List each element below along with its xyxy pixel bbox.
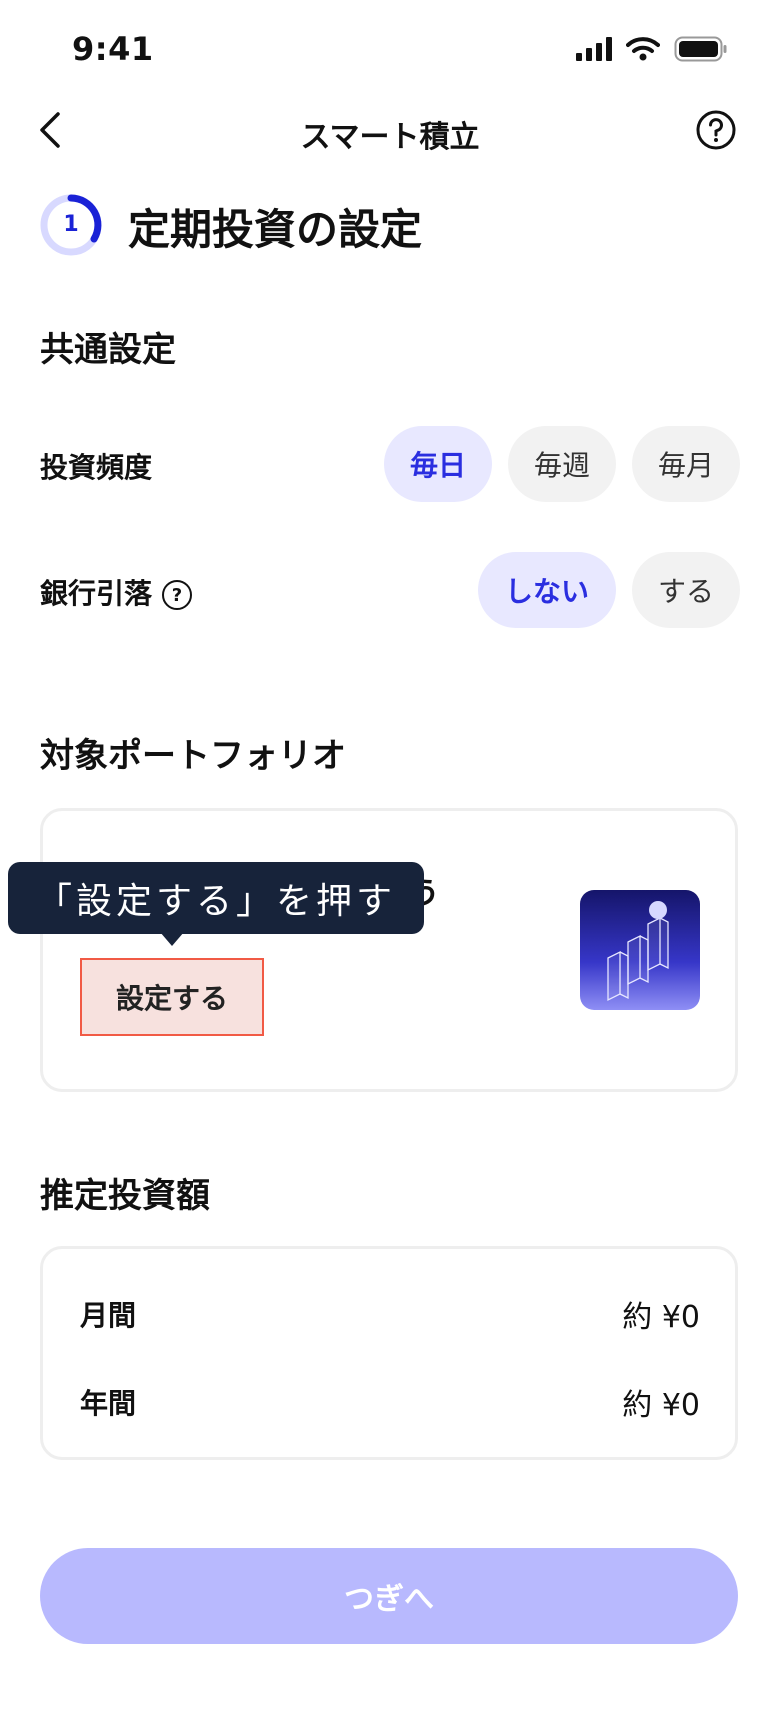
status-icons bbox=[576, 36, 728, 62]
frequency-option-monthly[interactable]: 毎月 bbox=[632, 426, 740, 502]
estimate-monthly-label: 月間 bbox=[80, 1299, 137, 1332]
wifi-icon bbox=[626, 37, 660, 61]
estimate-yearly-value: 約 ¥0 bbox=[622, 1388, 700, 1423]
set-portfolio-button[interactable]: 設定する bbox=[80, 958, 264, 1036]
status-time: 9:41 bbox=[72, 30, 154, 68]
next-button[interactable]: つぎへ bbox=[40, 1548, 738, 1644]
estimate-card bbox=[40, 1246, 738, 1460]
section-title-common: 共通設定 bbox=[40, 330, 176, 370]
battery-icon bbox=[674, 36, 727, 62]
step-number: 1 bbox=[63, 212, 79, 237]
tooltip-arrow bbox=[160, 932, 184, 946]
bank-debit-row: 銀行引落? bbox=[40, 572, 193, 612]
estimate-monthly-value: 約 ¥0 bbox=[622, 1300, 700, 1335]
bank-debit-option-no[interactable]: しない bbox=[478, 552, 616, 628]
frequency-option-daily[interactable]: 毎日 bbox=[384, 426, 492, 502]
portfolio-chart-illustration bbox=[580, 890, 700, 1010]
help-icon[interactable] bbox=[694, 108, 738, 152]
bank-debit-option-yes[interactable]: する bbox=[632, 552, 740, 628]
section-title-estimate: 推定投資額 bbox=[40, 1176, 210, 1216]
step-title: 定期投資の設定 bbox=[128, 205, 423, 254]
section-title-portfolio: 対象ポートフォリオ bbox=[40, 736, 346, 776]
bank-debit-label: 銀行引落 bbox=[40, 577, 153, 610]
page-title: スマート積立 bbox=[300, 120, 480, 155]
frequency-option-weekly[interactable]: 毎週 bbox=[508, 426, 616, 502]
signal-icon bbox=[576, 37, 612, 61]
estimate-yearly-label: 年間 bbox=[80, 1387, 137, 1420]
frequency-label: 投資頻度 bbox=[40, 451, 153, 484]
guide-tooltip: 「設定する」を押す bbox=[8, 862, 424, 934]
bank-debit-help-icon[interactable]: ? bbox=[162, 580, 193, 610]
